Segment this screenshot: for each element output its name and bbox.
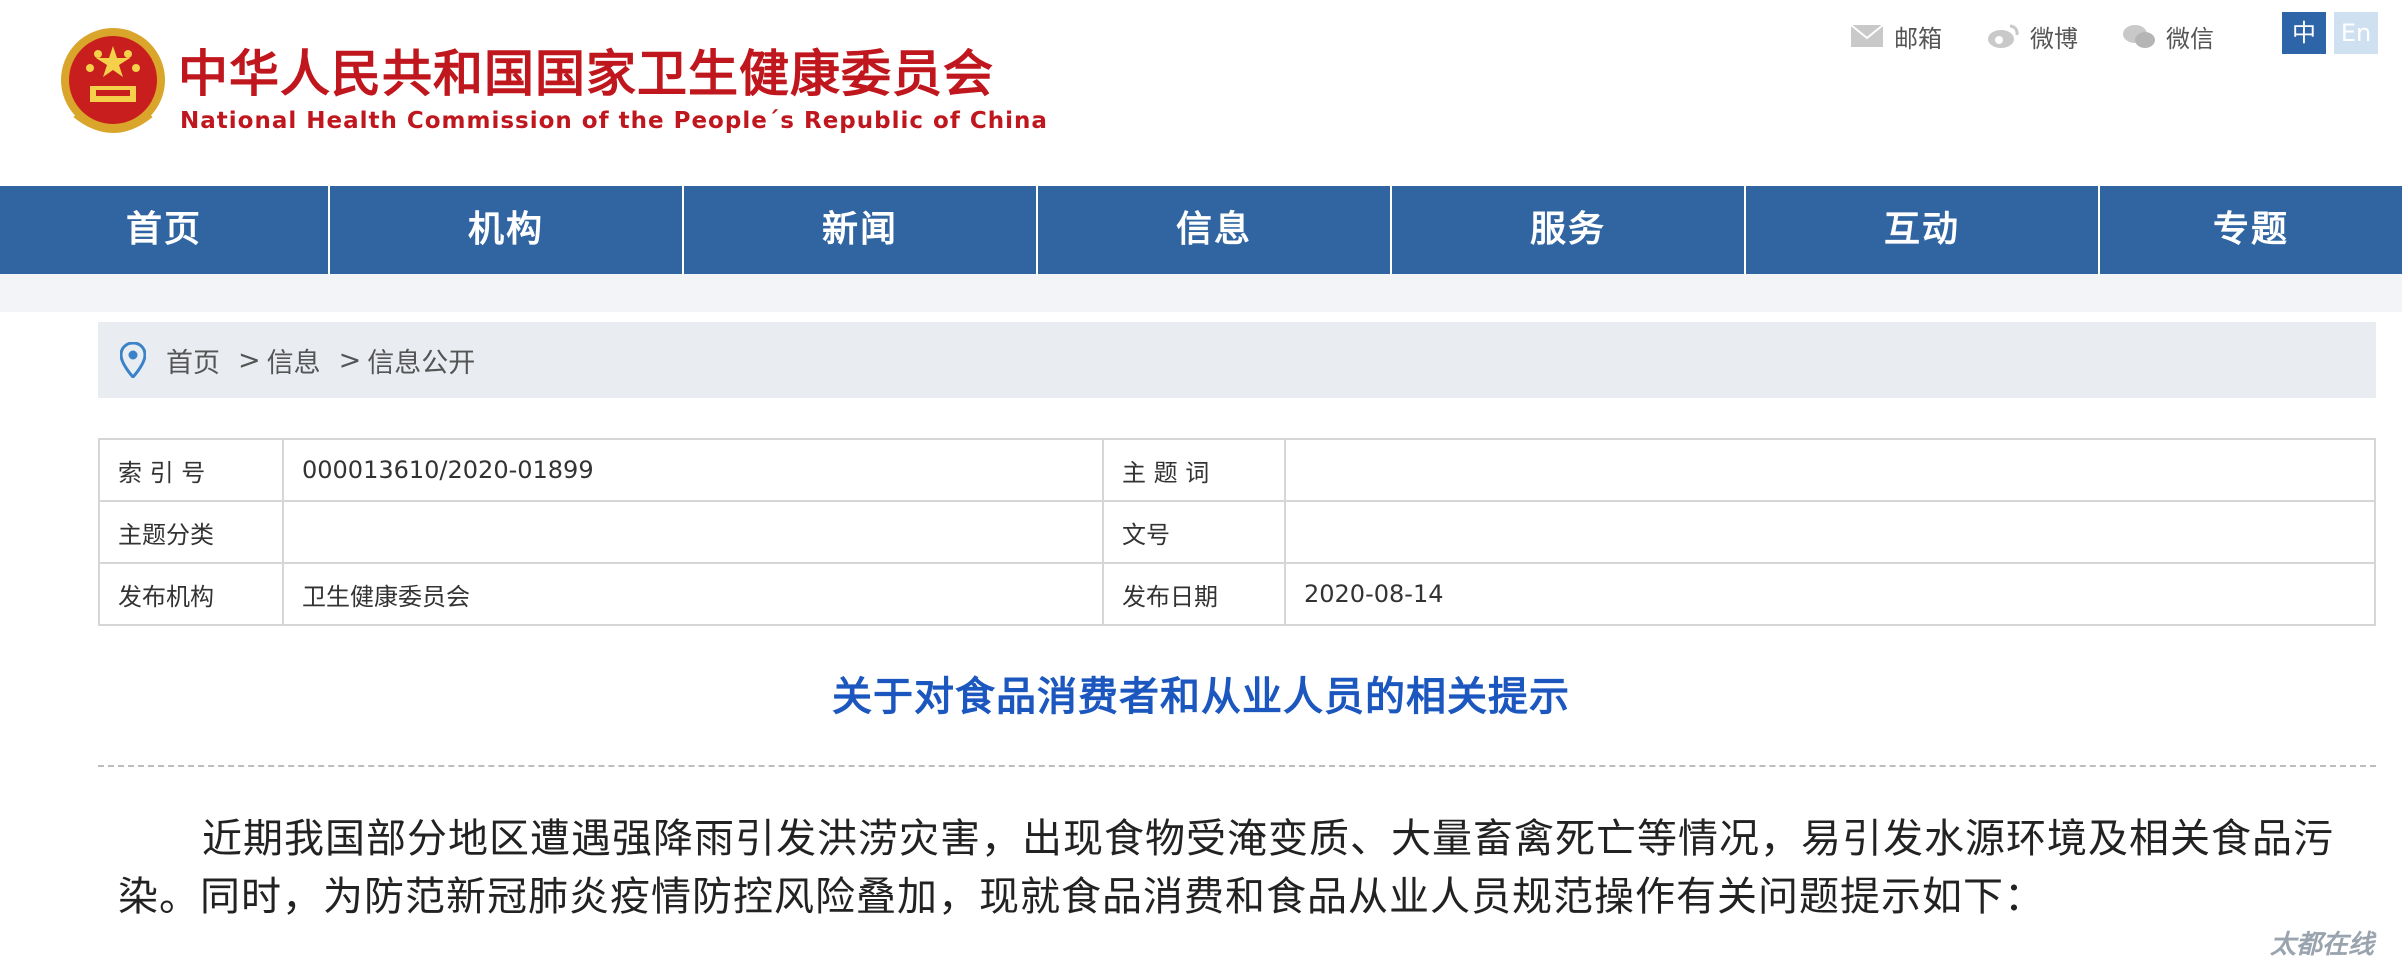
breadcrumb-home[interactable]: 首页: [166, 341, 220, 380]
mail-icon: [1850, 24, 1884, 47]
wechat-label: 微信: [2166, 24, 2214, 53]
table-row: 发布机构 卫生健康委员会 发布日期 2020-08-14: [98, 562, 2376, 626]
site-title-en[interactable]: National Health Commission of the People…: [180, 108, 1048, 134]
weibo-link[interactable]: 微博: [1986, 19, 2078, 54]
weibo-label: 微博: [2030, 24, 2078, 53]
meta-value: 卫生健康委员会: [282, 562, 1104, 626]
main-nav: 首页 机构 新闻 信息 服务 互动 专题: [0, 186, 2402, 274]
meta-key: 发布机构: [98, 562, 284, 626]
title-divider: [98, 765, 2376, 767]
nav-topics[interactable]: 专题: [2100, 186, 2402, 274]
meta-key: 索 引 号: [98, 438, 284, 502]
table-row: 索 引 号 000013610/2020-01899 主 题 词: [98, 438, 2376, 502]
breadcrumb-separator: >: [238, 344, 261, 376]
breadcrumb-information[interactable]: 信息: [267, 341, 321, 380]
nav-interaction[interactable]: 互动: [1746, 186, 2100, 274]
table-row: 主题分类 文号: [98, 500, 2376, 564]
weibo-icon: [1988, 24, 2019, 48]
site-title-cn[interactable]: 中华人民共和国国家卫生健康委员会: [178, 34, 994, 106]
meta-value: [1284, 438, 2376, 502]
nav-home[interactable]: 首页: [0, 186, 330, 274]
nav-services[interactable]: 服务: [1392, 186, 1746, 274]
breadcrumb-separator: >: [338, 344, 362, 376]
article-title: 关于对食品消费者和从业人员的相关提示: [832, 674, 1570, 720]
mail-label: 邮箱: [1894, 24, 1942, 53]
meta-key: 主题分类: [98, 500, 284, 564]
nav-news[interactable]: 新闻: [684, 186, 1038, 274]
wechat-link[interactable]: 微信: [2122, 19, 2214, 54]
lang-en-button[interactable]: En: [2334, 12, 2378, 54]
nav-organization[interactable]: 机构: [330, 186, 684, 274]
location-pin-icon: [120, 342, 146, 378]
wechat-icon: [2123, 25, 2155, 48]
meta-value: 2020-08-14: [1284, 562, 2376, 626]
top-links: 邮箱 微博 微信: [1850, 16, 2258, 56]
meta-value: 000013610/2020-01899: [282, 438, 1104, 502]
nav-sub-strip: [0, 274, 2402, 312]
national-emblem-logo[interactable]: [56, 24, 170, 142]
document-meta-table: 索 引 号 000013610/2020-01899 主 题 词 主题分类 文号…: [98, 438, 2376, 626]
meta-value: [282, 500, 1104, 564]
site-header: 中华人民共和国国家卫生健康委员会 National Health Commiss…: [0, 0, 2402, 186]
watermark: 太都在线: [2270, 930, 2375, 960]
lang-zh-button[interactable]: 中: [2282, 12, 2326, 54]
mail-link[interactable]: 邮箱: [1850, 19, 1942, 54]
article-paragraph: 近期我国部分地区遭遇强降雨引发洪涝灾害，出现食物受淹变质、大量畜禽死亡等情况，易…: [118, 816, 2334, 920]
meta-value: [1284, 500, 2376, 564]
nav-information[interactable]: 信息: [1038, 186, 1392, 274]
breadcrumb-info-disclosure[interactable]: 信息公开: [367, 341, 475, 380]
meta-key: 发布日期: [1102, 562, 1286, 626]
meta-key: 主 题 词: [1102, 438, 1286, 502]
breadcrumb: 首页 > 信息 > 信息公开: [98, 322, 2376, 398]
meta-key: 文号: [1102, 500, 1286, 564]
